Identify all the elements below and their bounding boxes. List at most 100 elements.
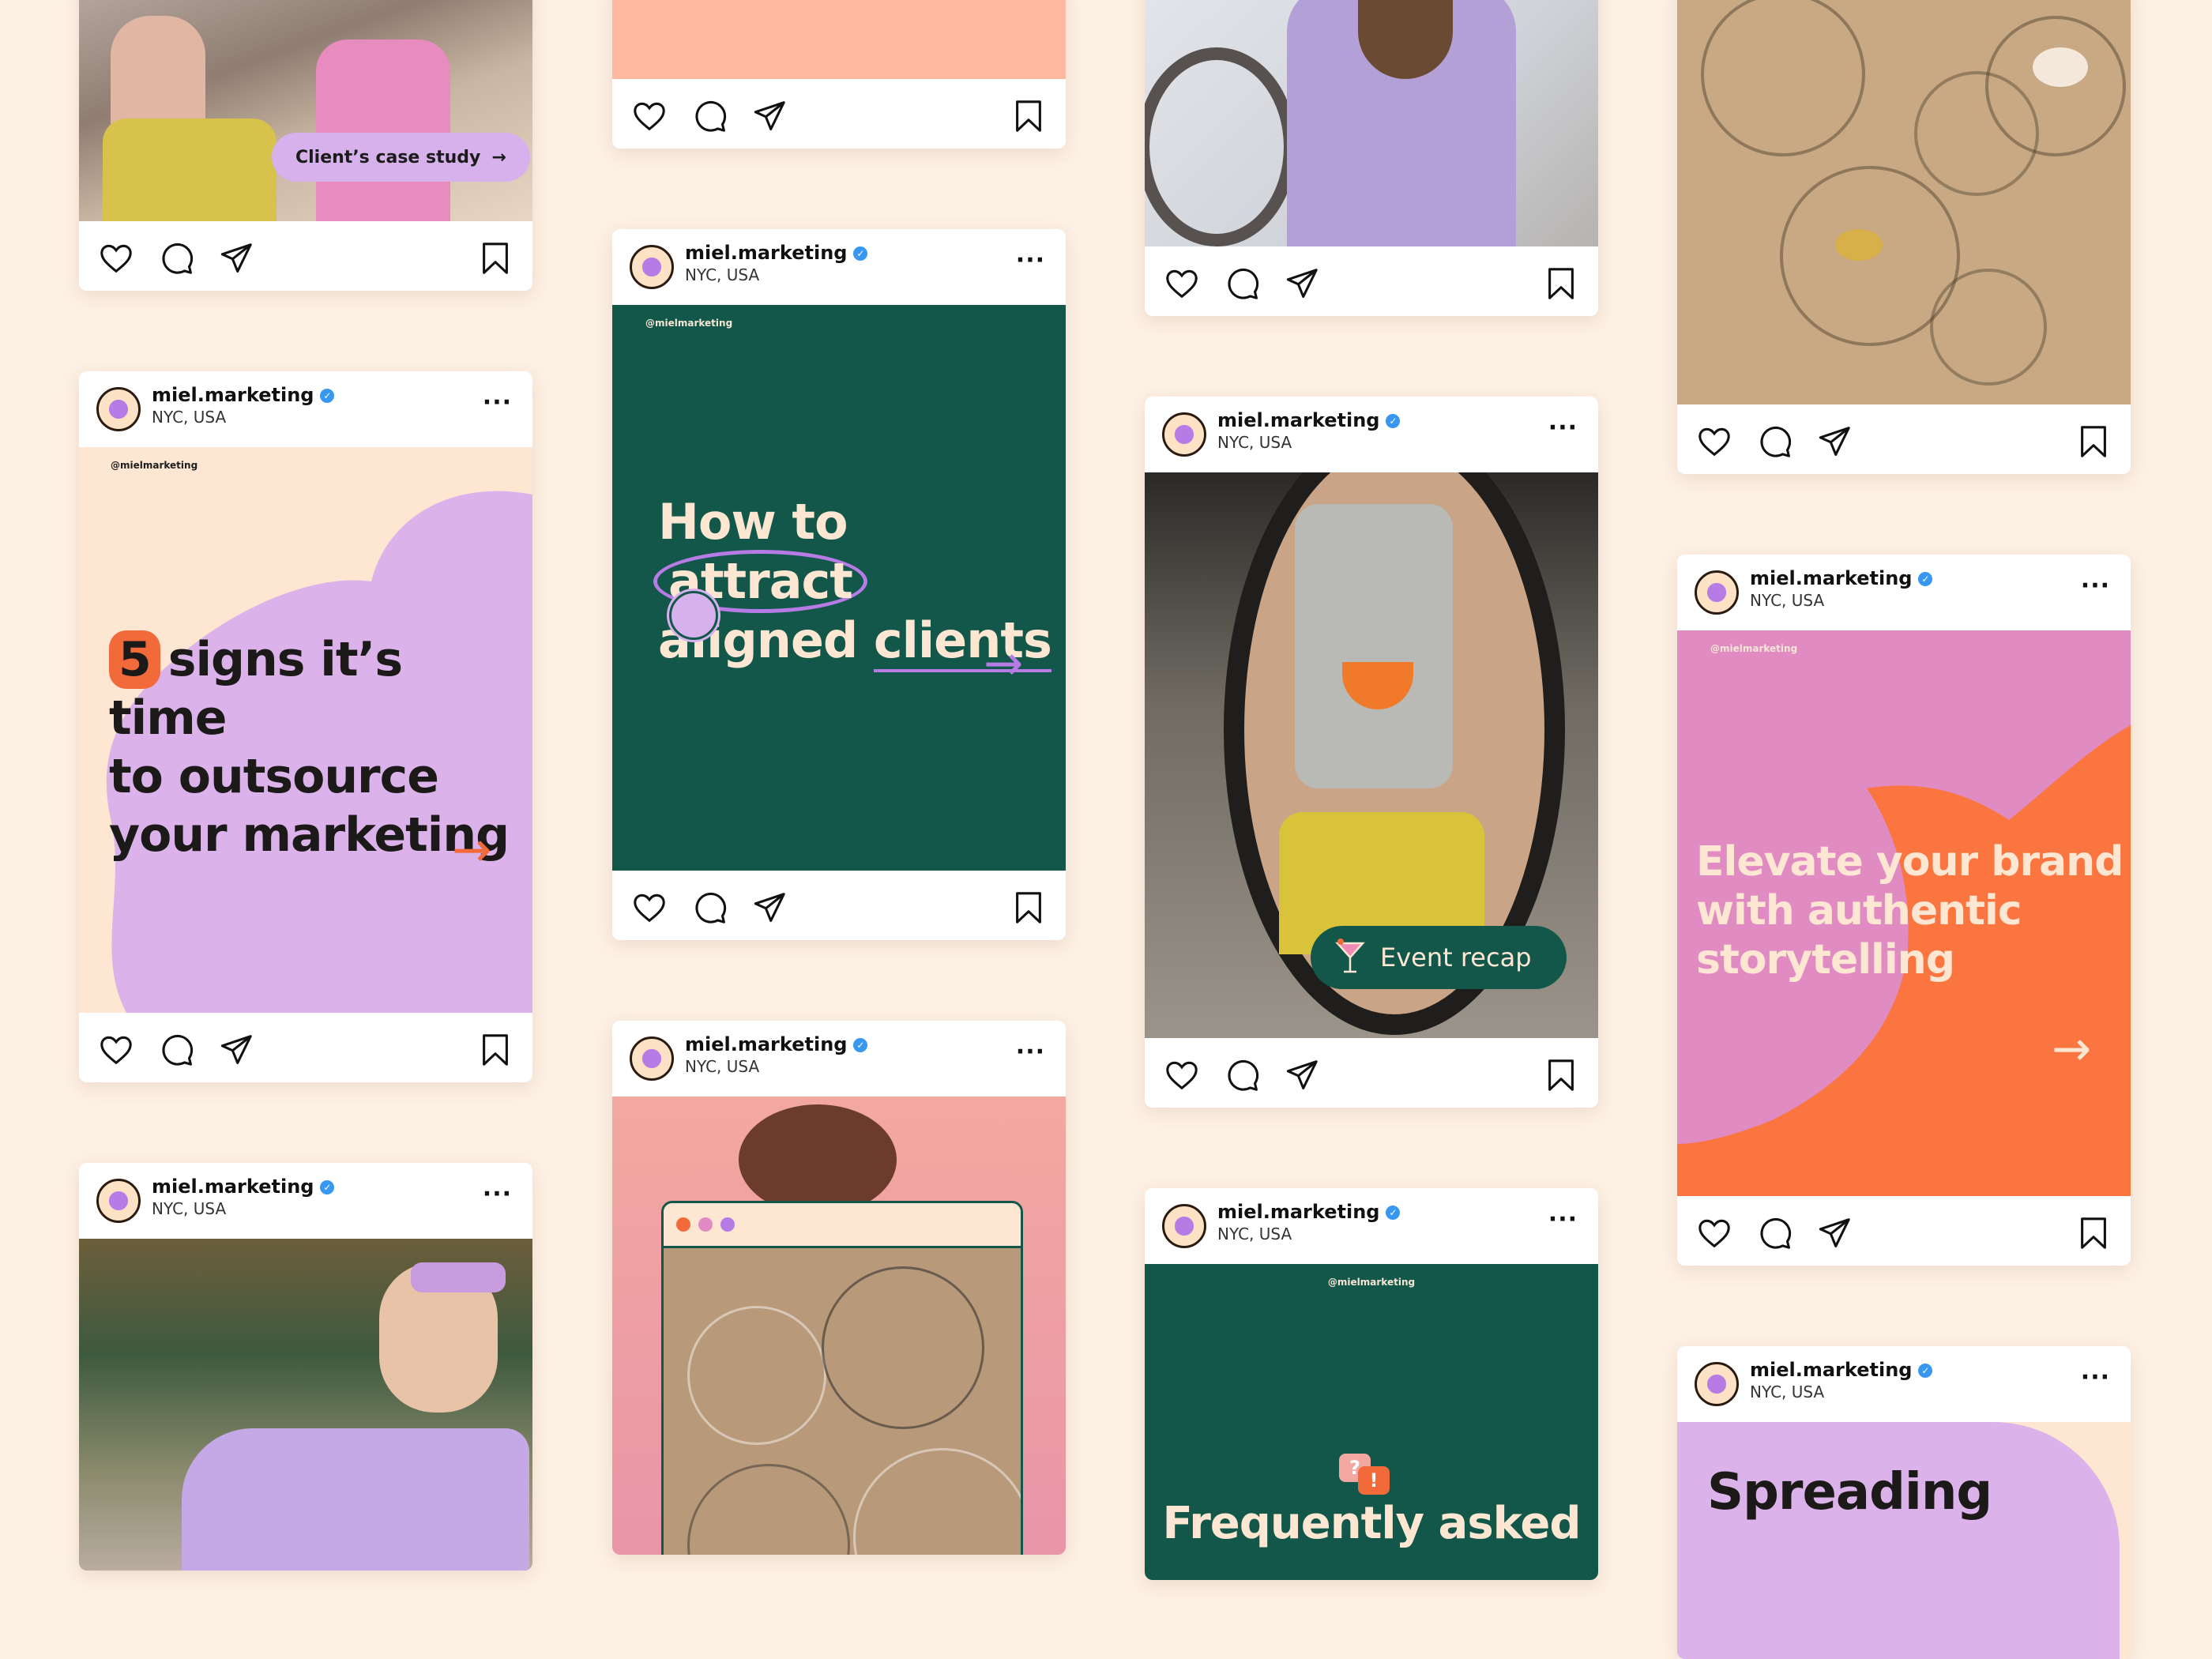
action-bar	[79, 221, 532, 291]
heart-icon[interactable]	[98, 240, 134, 276]
browser-titlebar	[664, 1203, 1021, 1248]
heart-icon[interactable]	[631, 890, 668, 926]
verified-icon: ✓	[1918, 572, 1933, 586]
location: NYC, USA	[152, 1199, 227, 1218]
bookmark-icon[interactable]	[1010, 98, 1047, 134]
username[interactable]: miel.marketing ✓	[685, 1033, 868, 1055]
arrow-right-icon[interactable]: →	[452, 826, 491, 874]
lilac-blob-shape	[1677, 1422, 2120, 1659]
arrow-right-icon[interactable]: →	[2052, 1025, 2091, 1073]
avatar[interactable]	[1695, 570, 1739, 615]
post-card-elevate-brand: miel.marketing ✓ NYC, USA ··· @mielmarket…	[1677, 555, 2131, 1266]
bookmark-icon[interactable]	[2075, 423, 2112, 460]
post-graphic	[612, 1097, 1066, 1555]
username[interactable]: miel.marketing ✓	[685, 242, 868, 264]
share-icon[interactable]	[1284, 265, 1320, 302]
username[interactable]: miel.marketing ✓	[1217, 409, 1401, 431]
headline-line-3: storytelling	[1696, 936, 1955, 984]
heart-icon[interactable]	[1164, 265, 1200, 302]
event-recap-tag[interactable]: Event recap	[1311, 926, 1567, 989]
photo-sunglasses	[411, 1262, 506, 1292]
bookmark-icon[interactable]	[1010, 890, 1047, 926]
arrow-right-icon[interactable]: →	[984, 640, 1023, 687]
post-image	[79, 1239, 532, 1571]
more-icon[interactable]: ···	[2081, 1364, 2110, 1391]
avatar[interactable]	[96, 387, 141, 431]
share-icon[interactable]	[751, 890, 788, 926]
bookmark-icon[interactable]	[477, 1032, 514, 1068]
avatar[interactable]	[630, 1036, 674, 1081]
comment-icon[interactable]	[1224, 265, 1260, 302]
verified-icon: ✓	[1386, 1206, 1401, 1220]
bookmark-icon[interactable]	[2075, 1215, 2112, 1251]
post-image: Event recap	[1145, 472, 1598, 1038]
verified-icon: ✓	[320, 1180, 335, 1194]
action-bar	[612, 79, 1066, 149]
location: NYC, USA	[685, 265, 760, 284]
more-icon[interactable]: ···	[1016, 1038, 1045, 1066]
share-icon[interactable]	[1284, 1057, 1320, 1093]
avatar[interactable]	[1695, 1362, 1739, 1406]
comment-icon[interactable]	[691, 890, 728, 926]
avatar[interactable]	[1162, 412, 1206, 457]
comment-icon[interactable]	[158, 1032, 194, 1068]
location: NYC, USA	[685, 1057, 760, 1076]
share-icon[interactable]	[1816, 423, 1853, 460]
share-icon[interactable]	[218, 240, 254, 276]
share-icon[interactable]	[751, 98, 788, 134]
comment-icon[interactable]	[1756, 423, 1793, 460]
username[interactable]: miel.marketing ✓	[1750, 567, 1933, 589]
number-badge: 5	[109, 630, 160, 689]
heart-icon[interactable]	[1696, 423, 1732, 460]
heart-icon[interactable]	[1696, 1215, 1732, 1251]
comment-icon[interactable]	[158, 240, 194, 276]
more-icon[interactable]: ···	[483, 1180, 512, 1208]
username[interactable]: miel.marketing ✓	[1750, 1359, 1933, 1381]
photo-hair	[739, 1104, 897, 1215]
headline-line-1: Elevate your brand	[1696, 838, 2124, 886]
bookmark-icon[interactable]	[1543, 1057, 1579, 1093]
share-icon[interactable]	[218, 1032, 254, 1068]
share-icon[interactable]	[1816, 1215, 1853, 1251]
username[interactable]: miel.marketing ✓	[152, 384, 335, 406]
post-header: miel.marketing ✓ NYC, USA ···	[612, 229, 1066, 305]
comment-icon[interactable]	[691, 98, 728, 134]
heart-icon[interactable]	[98, 1032, 134, 1068]
avatar[interactable]	[630, 245, 674, 289]
post-card-petri-window: miel.marketing ✓ NYC, USA ···	[612, 1021, 1066, 1555]
case-study-tag[interactable]: Client’s case study →	[272, 133, 530, 182]
location: NYC, USA	[1217, 433, 1292, 452]
bookmark-icon[interactable]	[1543, 265, 1579, 302]
more-icon[interactable]: ···	[2081, 572, 2110, 600]
photo-grey-top	[1295, 504, 1453, 788]
post-header: miel.marketing ✓ NYC, USA ···	[1145, 1188, 1598, 1264]
post-header: miel.marketing ✓ NYC, USA ···	[1145, 397, 1598, 472]
more-icon[interactable]: ···	[1548, 414, 1578, 442]
avatar[interactable]	[96, 1179, 141, 1223]
post-handle: @mielmarketing	[1710, 643, 1798, 654]
more-icon[interactable]: ···	[483, 389, 512, 416]
headline-line-2: to outsource	[109, 749, 439, 804]
username[interactable]: miel.marketing ✓	[1217, 1201, 1401, 1223]
logo-stamp-icon	[669, 591, 718, 640]
verified-icon: ✓	[853, 246, 868, 261]
browser-window	[661, 1201, 1023, 1555]
post-card-attract-clients: miel.marketing ✓ NYC, USA ··· @mielmarket…	[612, 229, 1066, 940]
avatar[interactable]	[1162, 1204, 1206, 1248]
post-headline: Spreading	[1707, 1463, 1992, 1522]
comment-icon[interactable]	[1756, 1215, 1793, 1251]
post-card-event-recap: miel.marketing ✓ NYC, USA ··· Event recap	[1145, 397, 1598, 1108]
comment-icon[interactable]	[1224, 1057, 1260, 1093]
heart-icon[interactable]	[631, 98, 668, 134]
more-icon[interactable]: ···	[1016, 246, 1045, 274]
window-dot-icon	[698, 1217, 713, 1232]
username[interactable]: miel.marketing ✓	[152, 1176, 335, 1198]
location: NYC, USA	[1217, 1224, 1292, 1243]
bookmark-icon[interactable]	[477, 240, 514, 276]
more-icon[interactable]: ···	[1548, 1206, 1578, 1233]
event-recap-label: Event recap	[1380, 942, 1532, 972]
action-bar	[612, 871, 1066, 940]
post-header: miel.marketing ✓ NYC, USA ···	[612, 1021, 1066, 1097]
post-handle: @mielmarketing	[1327, 1277, 1416, 1288]
heart-icon[interactable]	[1164, 1057, 1200, 1093]
